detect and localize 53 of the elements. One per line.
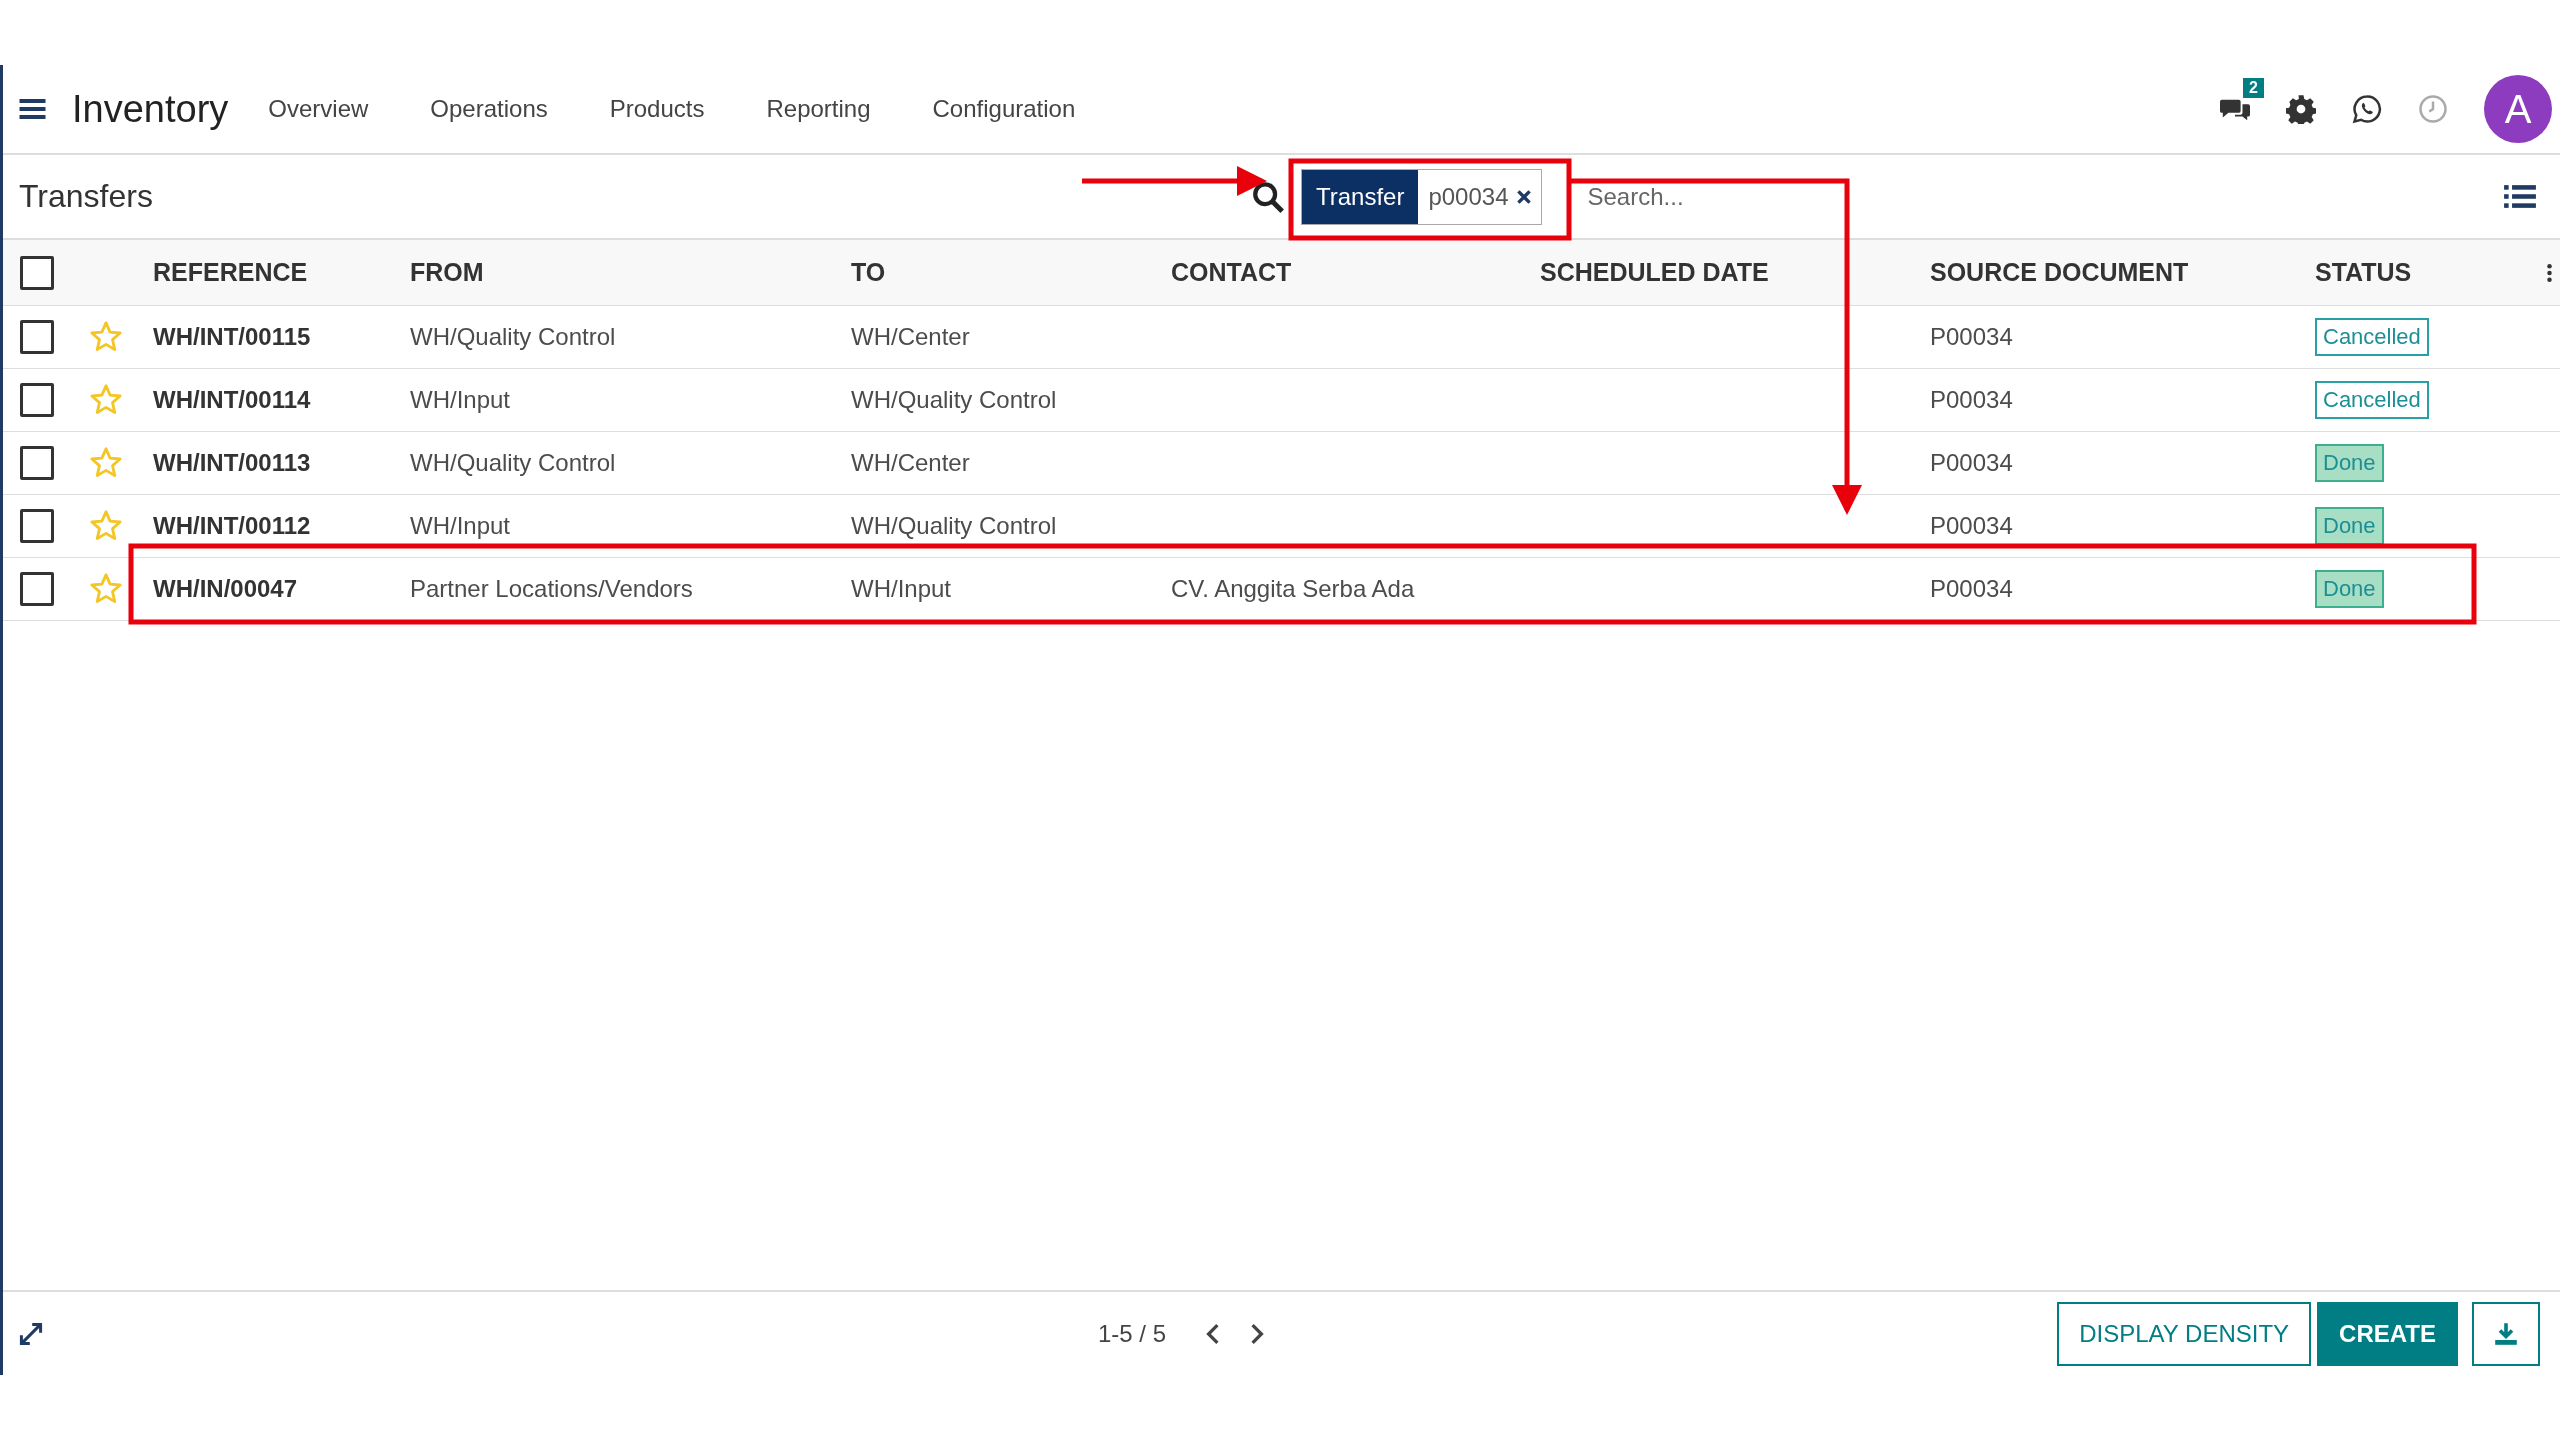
status-badge: Done <box>2315 570 2384 608</box>
menu-item[interactable]: Configuration <box>932 95 1076 123</box>
status-badge: Cancelled <box>2315 318 2429 356</box>
status-badge: Cancelled <box>2315 381 2429 419</box>
user-avatar[interactable]: A <box>2484 75 2552 143</box>
source-document-cell: P00034 <box>1930 449 2013 476</box>
table-row[interactable]: WH/IN/00047 Partner Locations/Vendors WH/Input CV. Anggita Serba Ada P00034 Done <box>3 558 2560 621</box>
menu-item[interactable]: Operations <box>430 95 548 123</box>
reference-cell: WH/IN/00047 <box>153 575 298 602</box>
filter-label: Transfer <box>1301 169 1419 224</box>
location-cell: WH/Input <box>851 575 952 602</box>
app-title: Inventory <box>72 87 229 131</box>
location-cell: Partner Locations/Vendors <box>410 575 693 602</box>
menu-item[interactable]: Reporting <box>766 95 871 123</box>
location-cell: WH/Quality Control <box>851 512 1057 539</box>
location-cell: WH/Quality Control <box>851 386 1057 413</box>
location-cell: WH/Center <box>851 323 970 350</box>
page-title: Transfers <box>19 178 153 215</box>
status-badge: Done <box>2315 507 2384 545</box>
table-row[interactable]: WH/INT/00112 WH/Input WH/Quality Control P00034 Done <box>3 495 2560 558</box>
column-header[interactable]: FROM <box>410 258 484 286</box>
reference-cell: WH/INT/00115 <box>153 323 311 350</box>
create-button[interactable]: CREATE <box>2317 1301 2458 1366</box>
pager-range: 1-5 / 5 <box>1098 1319 1167 1348</box>
table-row[interactable]: WH/INT/00115 WH/Quality Control WH/Center P00034 Cancelled <box>3 306 2560 369</box>
column-header[interactable]: TO <box>851 258 886 286</box>
reference-cell: WH/INT/00113 <box>153 449 311 476</box>
location-cell: WH/Input <box>410 512 511 539</box>
source-document-cell: P00034 <box>1930 512 2013 539</box>
message-count-badge: 2 <box>2243 78 2264 98</box>
table-row[interactable]: WH/INT/00113 WH/Quality Control WH/Center P00034 Done <box>3 432 2560 495</box>
status-badge: Done <box>2315 444 2384 482</box>
filter-value: p00034 <box>1427 182 1510 211</box>
column-header[interactable]: CONTACT <box>1171 258 1292 286</box>
column-header[interactable]: SCHEDULED DATE <box>1540 258 1769 286</box>
source-document-cell: P00034 <box>1930 386 2013 413</box>
search-filter-tag[interactable]: Transfer p00034 <box>1300 168 1542 225</box>
column-header[interactable]: STATUS <box>2315 258 2412 286</box>
reference-cell: WH/INT/00114 <box>153 386 311 413</box>
menu-item[interactable]: Products <box>609 95 705 123</box>
location-cell: WH/Center <box>851 449 970 476</box>
column-header[interactable]: SOURCE DOCUMENT <box>1930 258 2189 286</box>
reference-cell: WH/INT/00112 <box>153 512 311 539</box>
source-document-cell: P00034 <box>1930 323 2013 350</box>
location-cell: WH/Quality Control <box>410 323 616 350</box>
menu-item[interactable]: Overview <box>268 95 369 123</box>
table-row[interactable]: WH/INT/00114 WH/Input WH/Quality Control P00034 Cancelled <box>3 369 2560 432</box>
location-cell: WH/Input <box>410 386 511 413</box>
contact-cell: CV. Anggita Serba Ada <box>1171 575 1415 602</box>
source-document-cell: P00034 <box>1930 575 2013 602</box>
column-header[interactable]: REFERENCE <box>153 258 308 286</box>
location-cell: WH/Quality Control <box>410 449 616 476</box>
display-density-button[interactable]: DISPLAY DENSITY <box>2057 1301 2312 1366</box>
